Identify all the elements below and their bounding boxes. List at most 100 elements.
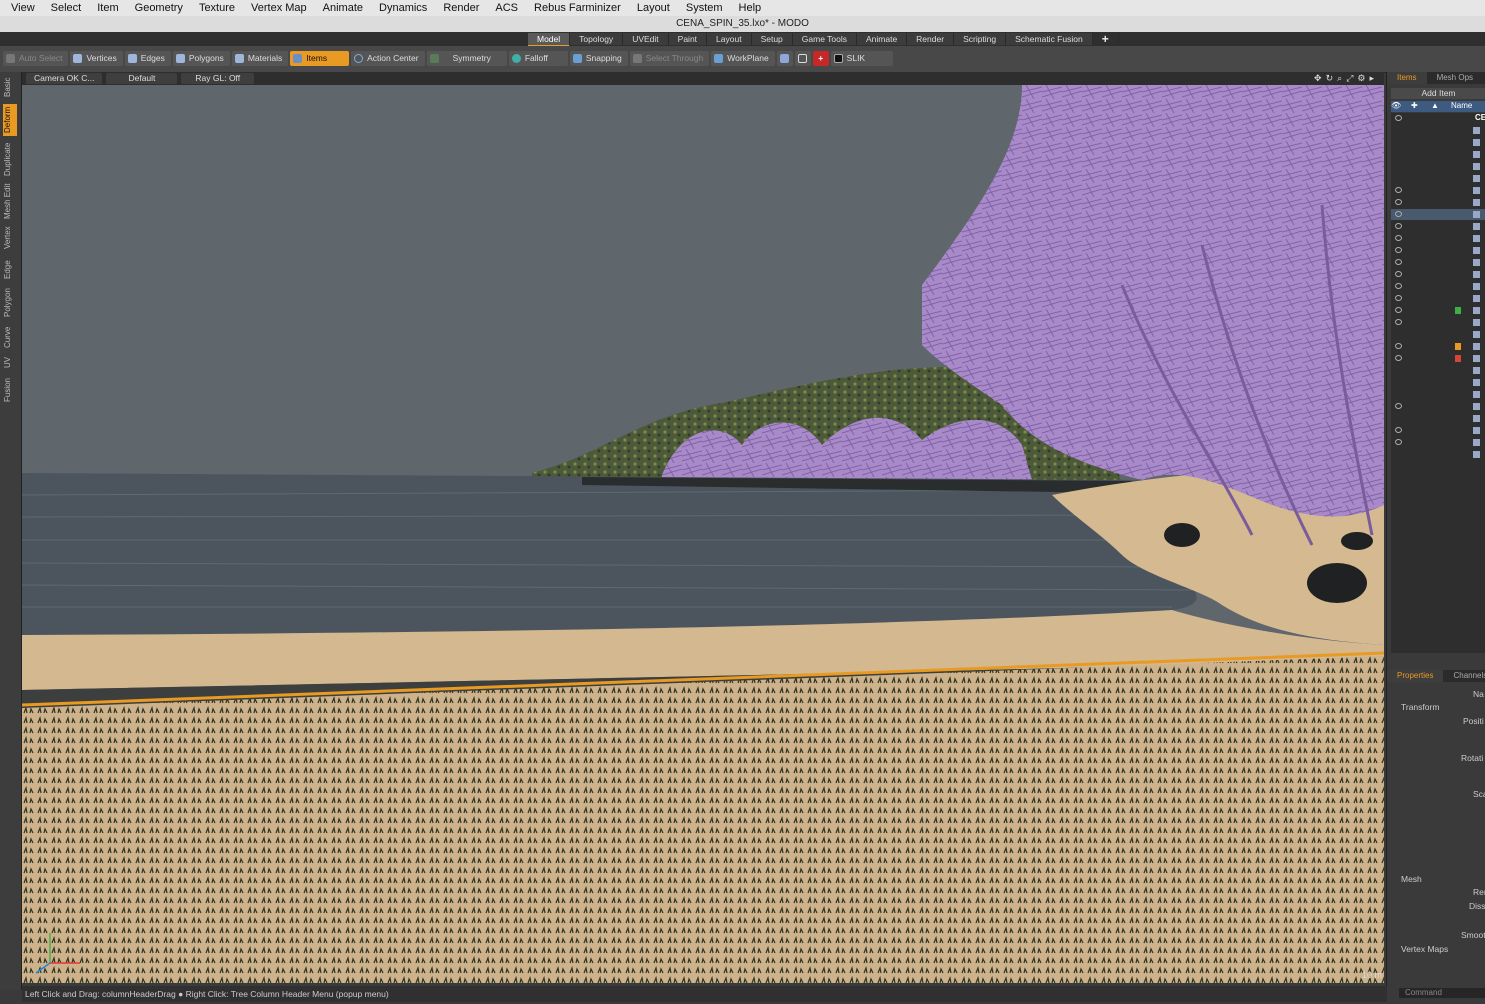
tree-row[interactable] [1391, 353, 1485, 364]
menu-help[interactable]: Help [731, 0, 770, 16]
tab-curve[interactable]: Curve [3, 324, 17, 350]
fit-icon[interactable]: ⤢ [1346, 73, 1353, 84]
eye-icon[interactable] [1395, 115, 1402, 121]
auto-select-button[interactable]: Auto Select [3, 51, 69, 66]
tab-topology[interactable]: Topology [570, 33, 624, 45]
menu-geometry[interactable]: Geometry [127, 0, 191, 16]
tab-animate[interactable]: Animate [856, 33, 908, 45]
slik-button[interactable]: SLIK [830, 51, 894, 66]
menu-item[interactable]: Item [89, 0, 126, 16]
menu-layout[interactable]: Layout [629, 0, 678, 16]
expand-icon[interactable]: ▸ [1369, 73, 1374, 84]
items-button[interactable]: Items [290, 51, 350, 66]
eye-icon[interactable] [1395, 319, 1402, 325]
eye-icon[interactable] [1395, 259, 1402, 265]
tree-row[interactable] [1391, 221, 1485, 232]
tab-model[interactable]: Model [528, 33, 571, 47]
eye-icon[interactable] [1395, 199, 1402, 205]
tree-row[interactable] [1391, 125, 1485, 136]
tree-row[interactable] [1391, 437, 1485, 448]
tab-setup[interactable]: Setup [751, 33, 793, 45]
eye-icon[interactable] [1395, 211, 1402, 217]
tab-layout[interactable]: Layout [707, 33, 752, 45]
edges-button[interactable]: Edges [124, 51, 171, 66]
tree-row[interactable] [1391, 173, 1485, 184]
transform-section[interactable]: Transform [1401, 702, 1439, 712]
lock-column-icon[interactable]: ✚ [1411, 101, 1431, 112]
tree-row[interactable] [1391, 233, 1485, 244]
eye-icon[interactable] [1395, 355, 1402, 361]
eye-icon[interactable] [1395, 439, 1402, 445]
tab-paint[interactable]: Paint [668, 33, 708, 45]
command-input[interactable]: Command [1399, 988, 1485, 998]
mesh-section[interactable]: Mesh [1401, 874, 1422, 884]
tree-row[interactable] [1391, 281, 1485, 292]
tab-properties[interactable]: Properties [1387, 670, 1444, 682]
menu-vertex-map[interactable]: Vertex Map [243, 0, 315, 16]
tree-row[interactable] [1391, 365, 1485, 376]
eye-icon[interactable] [1395, 247, 1402, 253]
tree-row[interactable] [1391, 425, 1485, 436]
crop-icon[interactable] [794, 51, 811, 66]
eye-icon[interactable] [1395, 403, 1402, 409]
eye-icon[interactable] [1395, 187, 1402, 193]
menu-texture[interactable]: Texture [191, 0, 243, 16]
vertices-button[interactable]: Vertices [70, 51, 123, 66]
name-column-header[interactable]: Name [1451, 101, 1472, 112]
falloff-button[interactable]: Falloff [508, 51, 568, 66]
tab-polygon[interactable]: Polygon [3, 286, 17, 320]
workplane-button[interactable]: WorkPlane [711, 51, 775, 66]
tab-uv[interactable]: UV [3, 354, 17, 370]
tab-items[interactable]: Items [1387, 72, 1427, 84]
tree-row[interactable] [1391, 401, 1485, 412]
polygons-button[interactable]: Polygons [172, 51, 230, 66]
select-through-button[interactable]: Select Through [629, 51, 710, 66]
tab-edge[interactable]: Edge [3, 258, 17, 282]
tab-mesh-ops[interactable]: Mesh Ops [1427, 72, 1483, 84]
add-item-button[interactable]: Add Item [1391, 88, 1485, 99]
tree-row[interactable] [1391, 329, 1485, 340]
eye-icon[interactable] [1395, 295, 1402, 301]
tab-duplicate[interactable]: Duplicate [3, 140, 17, 178]
tree-row[interactable] [1391, 305, 1485, 316]
3d-viewport[interactable]: 10 m [22, 85, 1384, 983]
tree-row[interactable] [1391, 413, 1485, 424]
zoom-icon[interactable]: ⌕ [1337, 73, 1342, 84]
tree-row[interactable] [1391, 149, 1485, 160]
materials-button[interactable]: Materials [231, 51, 289, 66]
tree-row[interactable] [1391, 245, 1485, 256]
tab-basic[interactable]: Basic [3, 76, 17, 98]
menu-animate[interactable]: Animate [315, 0, 371, 16]
tab-fusion[interactable]: Fusion [3, 376, 17, 404]
tree-row[interactable] [1391, 137, 1485, 148]
vertex-maps-section[interactable]: Vertex Maps [1401, 944, 1448, 954]
tree-row[interactable] [1391, 341, 1485, 352]
tab-schematic-fusion[interactable]: Schematic Fusion [1006, 33, 1093, 45]
menu-select[interactable]: Select [43, 0, 90, 16]
tree-row[interactable] [1391, 377, 1485, 388]
eye-icon[interactable] [1395, 283, 1402, 289]
tree-row[interactable] [1391, 317, 1485, 328]
action-center-button[interactable]: Action Center [351, 51, 425, 66]
tree-row-root[interactable]: CEN [1391, 113, 1485, 124]
eye-icon[interactable] [1395, 235, 1402, 241]
tab-uvedit[interactable]: UVEdit [623, 33, 669, 45]
select-box-icon[interactable] [776, 51, 793, 66]
tree-row[interactable] [1391, 197, 1485, 208]
menu-acs[interactable]: ACS [487, 0, 526, 16]
camera-selector[interactable]: Camera OK C... [26, 73, 103, 84]
tab-deform[interactable]: Deform [3, 104, 17, 136]
tree-row[interactable] [1391, 185, 1485, 196]
visibility-column-icon[interactable]: 👁 [1391, 101, 1411, 112]
tree-row-selected[interactable] [1391, 209, 1485, 220]
gear-icon[interactable]: ⚙ [1357, 73, 1365, 84]
tab-game-tools[interactable]: Game Tools [792, 33, 857, 45]
menu-render[interactable]: Render [435, 0, 487, 16]
tab-vertex[interactable]: Vertex [3, 224, 17, 252]
tab-scripting[interactable]: Scripting [954, 33, 1007, 45]
item-tree[interactable]: CEN [1391, 113, 1485, 653]
tab-channels[interactable]: Channels [1443, 670, 1485, 682]
add-tab-button[interactable]: + [1093, 33, 1119, 45]
pan-icon[interactable]: ✥ [1314, 73, 1322, 84]
snapping-button[interactable]: Snapping [569, 51, 628, 66]
